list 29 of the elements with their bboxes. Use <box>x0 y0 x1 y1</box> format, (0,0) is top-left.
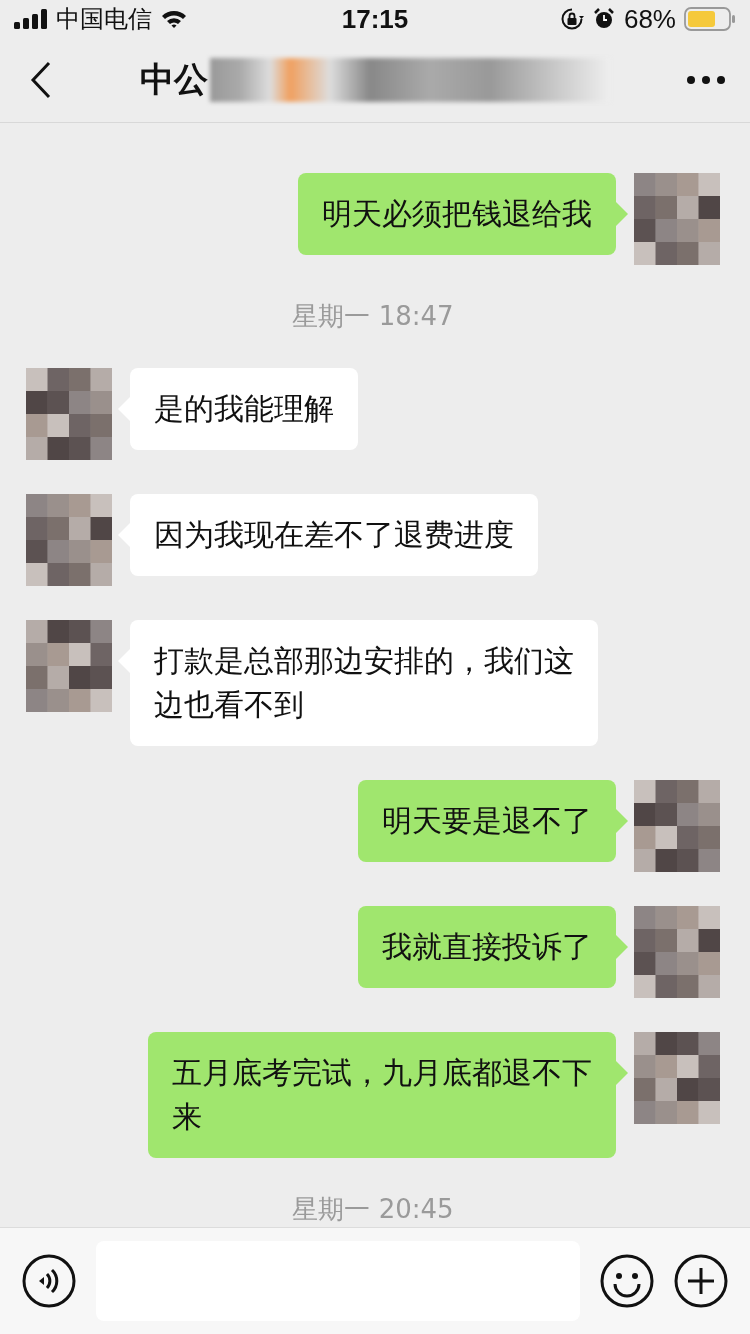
message-bubble: 我就直接投诉了 <box>358 905 616 988</box>
battery-percent: 68% <box>623 3 676 35</box>
avatar[interactable] <box>26 619 112 712</box>
avatar[interactable] <box>26 493 112 586</box>
message-bubble: 五月底考完试，九月底都退不下来 <box>148 1031 616 1158</box>
message-bubble: 因为我现在差不了退费进度 <box>130 493 538 576</box>
add-icon[interactable] <box>674 1253 728 1308</box>
voice-icon[interactable] <box>22 1253 76 1308</box>
message-bubble: 是的我能理解 <box>130 367 358 450</box>
carrier-name: 中国电信 <box>56 4 152 36</box>
timestamp: 星期一 18:47 <box>292 299 454 333</box>
timestamp: 星期一 20:45 <box>292 1192 454 1226</box>
back-icon[interactable] <box>30 61 52 99</box>
signal-icon <box>14 9 48 30</box>
avatar[interactable] <box>26 367 112 460</box>
status-time: 17:15 <box>341 3 409 35</box>
message-bubble: 明天要是退不了 <box>358 779 616 862</box>
avatar[interactable] <box>634 905 720 998</box>
avatar[interactable] <box>634 779 720 872</box>
avatar[interactable] <box>634 172 720 265</box>
rotation-lock-icon <box>559 7 584 32</box>
battery-icon <box>684 7 736 32</box>
avatar[interactable] <box>634 1031 720 1124</box>
message-bubble: 明天必须把钱退给我 <box>298 172 616 255</box>
more-icon[interactable] <box>686 75 726 85</box>
emoji-icon[interactable] <box>600 1253 654 1308</box>
chat-title: 中公 <box>140 58 208 101</box>
message-bubble: 打款是总部那边安排的，我们这边也看不到 <box>130 619 598 746</box>
wifi-icon <box>160 9 188 30</box>
